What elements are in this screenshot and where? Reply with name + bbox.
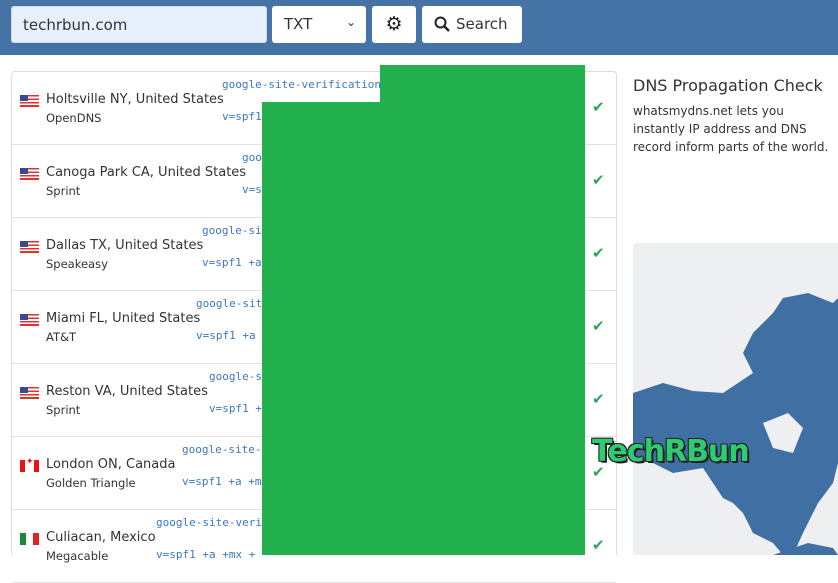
flag-us-icon: [20, 241, 39, 253]
gear-icon: ⚙: [385, 13, 403, 35]
record-type-select[interactable]: TXT ⌄: [272, 6, 366, 43]
flag-mx-icon: [20, 533, 39, 545]
map-land: [633, 293, 838, 555]
record-type-value: TXT: [284, 15, 313, 33]
record-line: v=s: [242, 183, 262, 196]
redaction-overlay: [380, 65, 585, 555]
chevron-down-icon: ⌄: [345, 15, 356, 29]
location: Holtsville NY, United States: [46, 92, 224, 107]
flag-us-icon: [20, 387, 39, 399]
flag-us-icon: [20, 95, 39, 107]
record-line: v=spf1 +: [209, 402, 262, 415]
record-line: v=spf1 +a +m: [182, 475, 262, 488]
search-bar: techrbun.com TXT ⌄ ⚙ Search: [0, 0, 838, 55]
check-icon: ✔: [592, 317, 605, 335]
location: Culiacan, Mexico: [46, 530, 156, 545]
location: Dallas TX, United States: [46, 238, 204, 253]
provider: Sprint: [46, 184, 81, 198]
location: London ON, Canada: [46, 457, 176, 472]
check-icon: ✔: [592, 244, 605, 262]
world-map: [633, 243, 838, 555]
flag-ca-icon: [20, 457, 39, 472]
search-icon: [434, 16, 450, 32]
check-icon: ✔: [592, 536, 605, 554]
settings-button[interactable]: ⚙: [372, 6, 416, 43]
record-line: v=spf1: [222, 110, 262, 123]
flag-us-icon: [20, 314, 39, 326]
search-button[interactable]: Search: [422, 6, 522, 43]
provider: OpenDNS: [46, 111, 102, 125]
page-description: whatsmydns.net lets you instantly IP add…: [633, 104, 829, 154]
record-line: google-site-: [182, 443, 262, 456]
provider: Speakeasy: [46, 257, 108, 271]
check-icon: ✔: [592, 390, 605, 408]
record-line: v=spf1 +a: [202, 256, 262, 269]
flag-us-icon: [20, 168, 39, 180]
domain-input[interactable]: techrbun.com: [11, 6, 267, 43]
check-icon: ✔: [592, 171, 605, 189]
redaction-overlay: [262, 102, 382, 555]
record-line: google-site-veri: [156, 516, 262, 529]
record-line: goo: [242, 151, 262, 164]
provider: AT&T: [46, 330, 76, 344]
provider: Megacable: [46, 549, 109, 563]
location: Canoga Park CA, United States: [46, 165, 247, 180]
record-line: v=spf1 +a: [196, 329, 256, 342]
search-label: Search: [456, 15, 508, 33]
location: Reston VA, United States: [46, 384, 208, 399]
record-line: google-site: [196, 297, 269, 310]
record-line: google-site-verification: [222, 78, 381, 91]
provider: Sprint: [46, 403, 81, 417]
watermark-logo: TechRBun: [592, 434, 750, 469]
record-line: google-s: [209, 370, 262, 383]
page-title: DNS Propagation Check: [633, 76, 823, 95]
location: Miami FL, United States: [46, 311, 201, 326]
record-line: google-si: [202, 224, 262, 237]
check-icon: ✔: [592, 98, 605, 116]
provider: Golden Triangle: [46, 476, 136, 490]
